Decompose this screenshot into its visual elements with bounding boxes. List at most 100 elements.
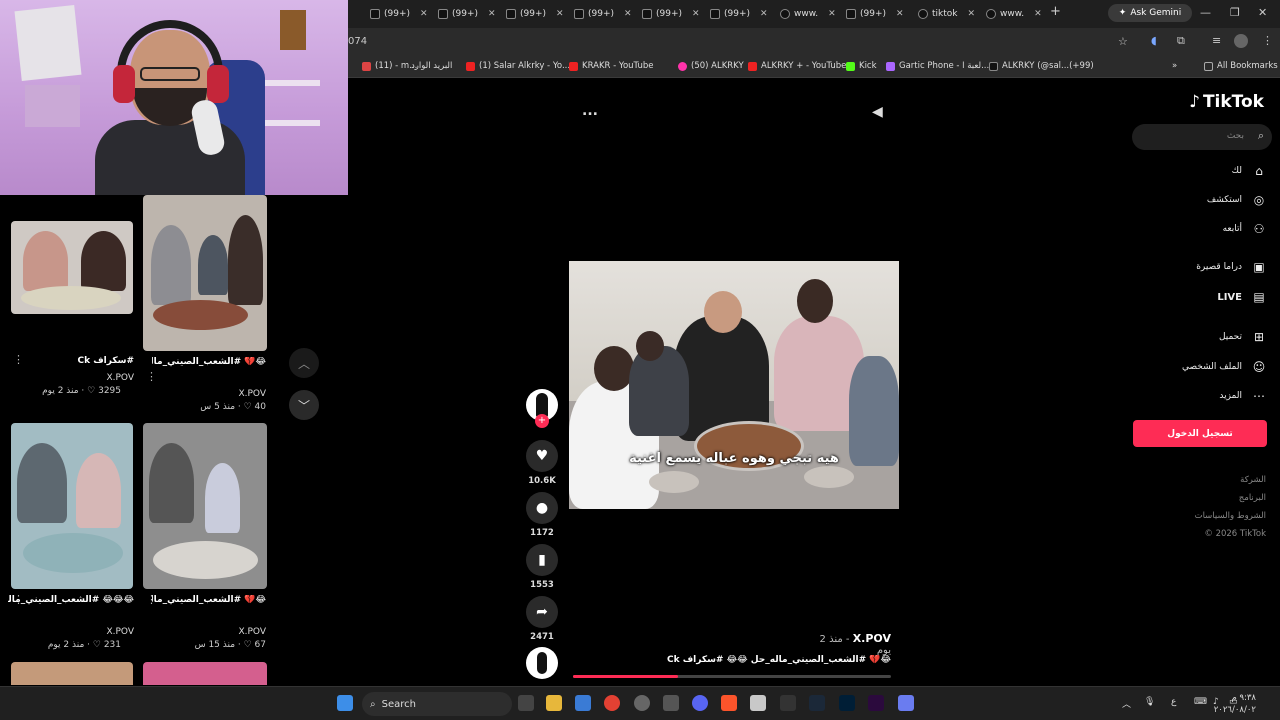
more-options-icon[interactable]: ⋮	[146, 370, 157, 383]
video-menu-icon[interactable]: ...	[582, 103, 598, 119]
close-icon[interactable]: ✕	[760, 9, 768, 19]
video-thumbnail[interactable]	[143, 423, 267, 589]
network-icon[interactable]: ⌨	[1194, 697, 1207, 707]
app-icon[interactable]	[750, 695, 766, 711]
nav-live[interactable]: LIVE ▤	[1124, 286, 1280, 308]
tab-tiktok-1[interactable]: (99+) ✕	[370, 4, 428, 24]
chrome-icon[interactable]	[604, 695, 620, 711]
nav-short-drama[interactable]: دراما قصيرة ▣	[1124, 256, 1280, 278]
close-window-button[interactable]: ✕	[1258, 6, 1267, 19]
video-thumbnail[interactable]	[143, 195, 267, 351]
close-icon[interactable]: ✕	[828, 9, 836, 19]
video-thumbnail[interactable]	[11, 423, 133, 589]
sound-disc[interactable]	[526, 647, 558, 679]
app-icon[interactable]	[898, 695, 914, 711]
bookmark-tiktok[interactable]: ALKRKY (@sal...(+99)	[989, 61, 1094, 71]
extensions-icon[interactable]: ⧉	[1177, 34, 1185, 48]
post-author[interactable]: X.POV	[853, 632, 891, 645]
footer-link-terms[interactable]: الشروط والسياسات	[1195, 511, 1266, 521]
search-icon[interactable]: ⌕	[1258, 129, 1264, 143]
tiktok-logo[interactable]: ♪ TikTok	[1189, 92, 1264, 112]
nav-more[interactable]: المزيد ⋯	[1124, 385, 1280, 407]
video-title[interactable]: 😂💔 #الشعب_الصيني_ماله_حل😂...	[152, 595, 266, 605]
tab-tiktok-5[interactable]: (99+) ✕	[642, 4, 700, 24]
steam-icon[interactable]	[809, 695, 825, 711]
photoshop-icon[interactable]	[839, 695, 855, 711]
minimize-button[interactable]: —	[1200, 6, 1211, 19]
bookmark-youtube-2[interactable]: KRAKR - YouTube	[569, 61, 653, 71]
video-author[interactable]: X.POV	[152, 627, 266, 637]
tab-tiktok-2[interactable]: (99+) ✕	[438, 4, 496, 24]
new-tab-button[interactable]: +	[1050, 4, 1061, 19]
menu-icon[interactable]: ⋮	[1262, 34, 1273, 47]
video-title[interactable]: 😂😂😂 #الشعب_الصيني_ماله_حل 🐹...	[8, 595, 134, 605]
bookmark-kick-1[interactable]: (50) ALKRKY	[678, 61, 744, 71]
close-icon[interactable]: ✕	[556, 9, 564, 19]
close-icon[interactable]: ✕	[896, 9, 904, 19]
next-video-button[interactable]: ﹀	[289, 390, 319, 420]
star-icon[interactable]: ☆	[1118, 35, 1128, 48]
video-author[interactable]: X.POV	[8, 627, 134, 637]
video-thumbnail[interactable]	[143, 662, 267, 685]
video-progress-bar[interactable]	[573, 675, 891, 678]
login-button[interactable]: تسجيل الدخول	[1133, 420, 1267, 447]
close-icon[interactable]: ✕	[488, 9, 496, 19]
discord-icon[interactable]	[692, 695, 708, 711]
app-icon[interactable]	[663, 695, 679, 711]
bookmark-youtube-3[interactable]: ALKRKY + - YouTube	[748, 61, 846, 71]
close-icon[interactable]: ✕	[1034, 9, 1042, 19]
video-thumbnail[interactable]	[11, 662, 133, 685]
profile-avatar[interactable]	[1234, 34, 1248, 48]
windows-start-icon[interactable]	[337, 695, 353, 711]
video-thumbnail[interactable]	[11, 221, 133, 314]
bookmark-icon[interactable]: ▮	[526, 544, 558, 576]
store-icon[interactable]	[575, 695, 591, 711]
bookmark-kick-2[interactable]: Kick	[846, 61, 877, 71]
tab-tiktok-7[interactable]: (99+) ✕	[846, 4, 904, 24]
address-bar[interactable]: 074 ☆ ◖ ⧉ ≡ ⋮	[348, 28, 1280, 56]
media-icon[interactable]: ≡	[1212, 34, 1221, 47]
volume-icon[interactable]: ◀	[872, 104, 883, 120]
maximize-button[interactable]: ❐	[1230, 6, 1240, 19]
bookmark-gartic[interactable]: Gartic Phone - لعبة ا...	[886, 61, 989, 71]
system-clock[interactable]: ٩:٣٨ م ٢٠٢٦/٠٨/٠٢	[1214, 692, 1256, 716]
tab-tiktok-6[interactable]: (99+) ✕	[710, 4, 768, 24]
tab-tiktok-3[interactable]: (99+) ✕	[506, 4, 564, 24]
taskbar-search[interactable]: ⌕ Search	[362, 692, 512, 716]
close-icon[interactable]: ✕	[692, 9, 700, 19]
video-title[interactable]: #سكراف Ck	[8, 356, 135, 366]
chevron-right-icon[interactable]: »	[1172, 61, 1177, 71]
nav-profile[interactable]: الملف الشخصي ☺	[1124, 356, 1280, 378]
premiere-icon[interactable]	[868, 695, 884, 711]
obs-icon[interactable]	[634, 695, 650, 711]
heart-icon[interactable]: ♥	[526, 440, 558, 472]
bookmark-youtube-1[interactable]: (1) Salar Alkrky - Yo...	[466, 61, 570, 71]
tab-web-1[interactable]: www. ✕	[780, 4, 836, 24]
video-author[interactable]: X.POV	[152, 389, 266, 399]
brave-icon[interactable]	[721, 695, 737, 711]
footer-link-program[interactable]: البرنامج	[1239, 493, 1266, 503]
tab-tiktok-active[interactable]: tiktok ✕	[918, 4, 975, 24]
nav-following[interactable]: أتابعه ⚇	[1124, 218, 1280, 240]
share-icon[interactable]: ➦	[526, 596, 558, 628]
video-title[interactable]: 😂💔 #الشعب_الصيني_ماله_حل😂...	[152, 357, 266, 367]
tab-web-2[interactable]: www. ✕	[986, 4, 1042, 24]
search-input[interactable]: بحث ⌕	[1132, 124, 1272, 150]
close-icon[interactable]: ✕	[968, 9, 976, 19]
video-player[interactable]: هيه تبجي وهوه عباله يسمع اغنية	[569, 261, 899, 509]
microphone-icon[interactable]: 🎙	[1144, 697, 1155, 707]
bookmark-gmail[interactable]: (11) - m...	[362, 61, 417, 71]
previous-video-button[interactable]: ︿	[289, 348, 319, 378]
close-icon[interactable]: ✕	[624, 9, 632, 19]
video-author[interactable]: X.POV	[8, 373, 134, 383]
url-text[interactable]: 074	[348, 36, 367, 47]
nav-for-you[interactable]: لك ⌂	[1124, 160, 1280, 182]
bookmark-inbox[interactable]: البريد الوارد	[411, 61, 452, 71]
footer-link-company[interactable]: الشركة	[1240, 475, 1266, 485]
tab-tiktok-4[interactable]: (99+) ✕	[574, 4, 632, 24]
close-icon[interactable]: ✕	[420, 9, 428, 19]
all-bookmarks[interactable]: All Bookmarks	[1204, 61, 1278, 71]
comment-icon[interactable]: ●	[526, 492, 558, 524]
input-language[interactable]: ع	[1171, 697, 1176, 707]
nav-explore[interactable]: استكشف ◎	[1124, 189, 1280, 211]
